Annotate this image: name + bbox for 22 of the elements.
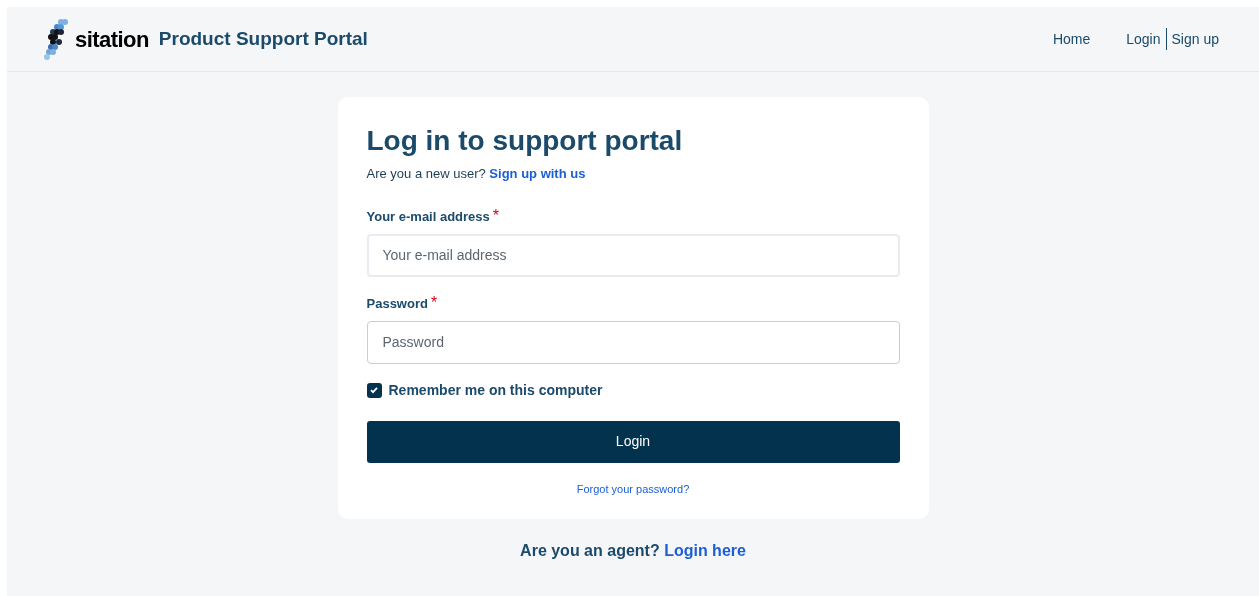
- password-label: Password: [366, 294, 428, 313]
- email-label: Your e-mail address: [366, 207, 490, 226]
- page-heading: Log in to support portal: [366, 124, 684, 158]
- remember-label: Remember me on this computer: [388, 380, 603, 400]
- logo-hexagon-icon: [43, 17, 69, 61]
- nav-link[interactable]: Home: [1052, 28, 1091, 50]
- forgot-password-link[interactable]: Forgot your password?: [576, 480, 690, 497]
- agent-login-link[interactable]: Login here: [664, 542, 746, 559]
- required-mark: *: [430, 292, 438, 313]
- signup-link[interactable]: Sign up with us: [489, 166, 586, 181]
- email-field[interactable]: Your e-mail address: [366, 233, 900, 277]
- password-field[interactable]: Password: [366, 320, 900, 364]
- remember-checkbox[interactable]: [366, 382, 382, 398]
- required-mark: *: [492, 205, 500, 226]
- nav-link[interactable]: Login: [1126, 28, 1161, 50]
- check-icon: [369, 385, 379, 395]
- agent-prompt: Are you an agent? Login here: [520, 541, 746, 561]
- portal-title: Product Support Portal: [158, 26, 368, 51]
- signup-prompt: Are you a new user? Sign up with us: [366, 165, 587, 183]
- login-button[interactable]: Login: [366, 420, 900, 463]
- logo-wordmark: sitation: [75, 25, 149, 54]
- nav-link[interactable]: Sign up: [1171, 28, 1219, 50]
